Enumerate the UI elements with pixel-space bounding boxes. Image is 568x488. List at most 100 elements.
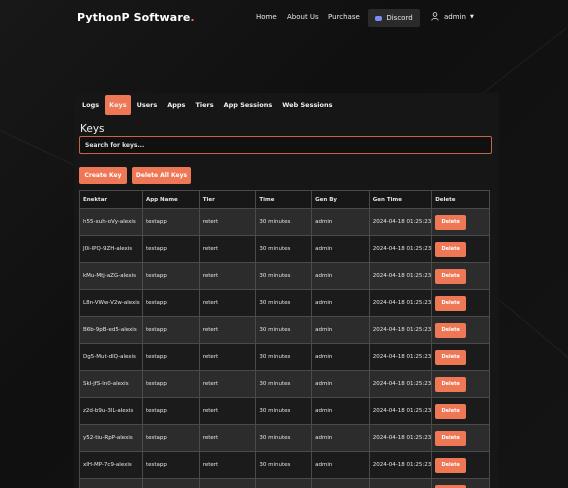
table-row: J0i-lPQ-9ZH-alexis testapp retert 30 minute… xyxy=(79,235,490,263)
delete-key-button[interactable]: Delete xyxy=(435,457,467,473)
delete-key-button[interactable]: Delete xyxy=(435,349,467,365)
delete-cell: Delete xyxy=(431,451,490,479)
tier-cell: retert xyxy=(198,208,257,236)
table-header-row: Enektar App Name Tier Time Gen By Gen Ti… xyxy=(79,190,490,209)
gen-time-cell: 2024-04-18 01:25:23 xyxy=(368,235,433,263)
time-cell: 30 minutes xyxy=(255,289,313,317)
key-cell: B6b-9pB-ed5-alexis xyxy=(79,316,143,344)
delete-key-button[interactable]: Delete xyxy=(435,376,467,392)
delete-key-button[interactable]: Delete xyxy=(435,484,467,488)
column-header-app-name: App Name xyxy=(141,190,200,209)
page-title: Keys xyxy=(80,123,105,135)
gen-time-cell: 2024-04-18 01:25:23 xyxy=(368,316,433,344)
delete-key-button[interactable]: Delete xyxy=(435,322,467,338)
table-body: h55-xuh-oVy-alexis testapp retert 30 minute… xyxy=(79,208,490,488)
tier-cell: retert xyxy=(198,451,257,479)
delete-key-button[interactable]: Delete xyxy=(435,268,467,284)
tab-keys[interactable]: Keys xyxy=(105,95,131,115)
gen-by-cell: admin xyxy=(311,451,370,479)
background-decoration xyxy=(499,300,568,359)
key-cell: SkI-jfS-ln0-alexis xyxy=(79,370,143,398)
key-cell: z2d-b9u-3IL-alexis xyxy=(79,397,143,425)
time-cell: 30 minutes xyxy=(255,316,313,344)
gen-by-cell: admin xyxy=(311,343,370,371)
tier-cell: retert xyxy=(198,316,257,344)
app-name-cell: testapp xyxy=(141,289,200,317)
delete-cell: Delete xyxy=(431,289,490,317)
nav-link-about-us[interactable]: About Us xyxy=(287,13,319,21)
time-cell: 30 minutes xyxy=(255,235,313,263)
search-input[interactable] xyxy=(79,136,492,154)
tab-tiers[interactable]: Tiers xyxy=(191,95,217,115)
time-cell: 30 minutes xyxy=(255,343,313,371)
gen-by-cell: admin xyxy=(311,208,370,236)
table-row: B6b-9pB-ed5-alexis testapp retert 30 minute… xyxy=(79,316,490,344)
tab-apps[interactable]: Apps xyxy=(163,95,189,115)
time-cell: 30 minutes xyxy=(255,370,313,398)
delete-cell: Delete xyxy=(431,370,490,398)
gen-time-cell: 2024-04-18 01:25:23 xyxy=(368,451,433,479)
discord-label: Discord xyxy=(386,14,413,22)
app-name-cell: testapp xyxy=(141,397,200,425)
keys-table: Enektar App Name Tier Time Gen By Gen Ti… xyxy=(79,190,490,488)
gen-time-cell: 2024-04-18 01:25:23 xyxy=(368,343,433,371)
discord-button[interactable]: Discord xyxy=(368,9,420,27)
delete-key-button[interactable]: Delete xyxy=(435,241,467,257)
gen-by-cell xyxy=(311,478,370,488)
create-key-button[interactable]: Create Key xyxy=(79,167,127,184)
gen-by-cell: admin xyxy=(311,235,370,263)
table-row: SkI-jfS-ln0-alexis testapp retert 30 minute… xyxy=(79,370,490,398)
time-cell: 30 minutes xyxy=(255,451,313,479)
user-icon xyxy=(431,12,439,21)
tab-app-sessions[interactable]: App Sessions xyxy=(220,95,277,115)
delete-key-button[interactable]: Delete xyxy=(435,295,467,311)
delete-cell: Delete xyxy=(431,397,490,425)
delete-all-keys-button[interactable]: Delete All Keys xyxy=(132,167,191,184)
key-cell xyxy=(79,478,143,488)
gen-time-cell: 2024-04-18 01:25:23 xyxy=(368,424,433,452)
user-menu[interactable]: admin ▼ xyxy=(431,12,474,21)
delete-key-button[interactable]: Delete xyxy=(435,430,467,446)
tab-logs[interactable]: Logs xyxy=(78,95,103,115)
delete-cell: Delete xyxy=(431,343,490,371)
table-row: kMu-Mtj-aZG-alexis testapp retert 30 minute… xyxy=(79,262,490,290)
delete-cell: Delete xyxy=(431,208,490,236)
tier-cell: retert xyxy=(198,289,257,317)
gen-time-cell: 2024-04-18 01:25:23 xyxy=(368,370,433,398)
column-header-gen-by: Gen By xyxy=(311,190,370,209)
gen-by-cell: admin xyxy=(311,316,370,344)
gen-by-cell: admin xyxy=(311,262,370,290)
time-cell: 30 minutes xyxy=(255,262,313,290)
table-row: y52-tiu-RpP-alexis testapp retert 30 minute… xyxy=(79,424,490,452)
chevron-down-icon: ▼ xyxy=(469,13,474,20)
brand-logo[interactable]: PythonP Software. xyxy=(77,11,195,24)
gen-time-cell: 2024-04-18 01:25:23 xyxy=(368,289,433,317)
table-row: h55-xuh-oVy-alexis testapp retert 30 minute… xyxy=(79,208,490,236)
app-name-cell: testapp xyxy=(141,316,200,344)
key-cell: kMu-Mtj-aZG-alexis xyxy=(79,262,143,290)
nav-link-purchase[interactable]: Purchase xyxy=(328,13,360,21)
column-header-key: Enektar xyxy=(79,190,143,209)
app-name-cell: testapp xyxy=(141,262,200,290)
key-cell: L8n-VWw-V2w-alexis xyxy=(79,289,143,317)
tab-users[interactable]: Users xyxy=(133,95,162,115)
app-name-cell: testapp xyxy=(141,451,200,479)
time-cell xyxy=(255,478,313,488)
table-row: Dg5-Mut-dlQ-alexis testapp retert 30 minute… xyxy=(79,343,490,371)
key-cell: h55-xuh-oVy-alexis xyxy=(79,208,143,236)
tab-bar: Logs Keys Users Apps Tiers App Sessions … xyxy=(78,95,339,115)
app-name-cell: testapp xyxy=(141,208,200,236)
user-name: admin xyxy=(444,12,466,21)
time-cell: 30 minutes xyxy=(255,397,313,425)
delete-key-button[interactable]: Delete xyxy=(435,403,467,419)
navbar: PythonP Software. Home About Us Purchase… xyxy=(0,0,568,36)
delete-key-button[interactable]: Delete xyxy=(435,214,467,230)
tab-web-sessions[interactable]: Web Sessions xyxy=(278,95,336,115)
table-row: z2d-b9u-3IL-alexis testapp retert 30 minute… xyxy=(79,397,490,425)
tier-cell: retert xyxy=(198,235,257,263)
keys-panel: Logs Keys Users Apps Tiers App Sessions … xyxy=(74,93,499,488)
delete-cell: Delete xyxy=(431,316,490,344)
nav-link-home[interactable]: Home xyxy=(256,13,277,21)
column-header-tier: Tier xyxy=(198,190,257,209)
column-header-delete: Delete xyxy=(431,190,490,209)
